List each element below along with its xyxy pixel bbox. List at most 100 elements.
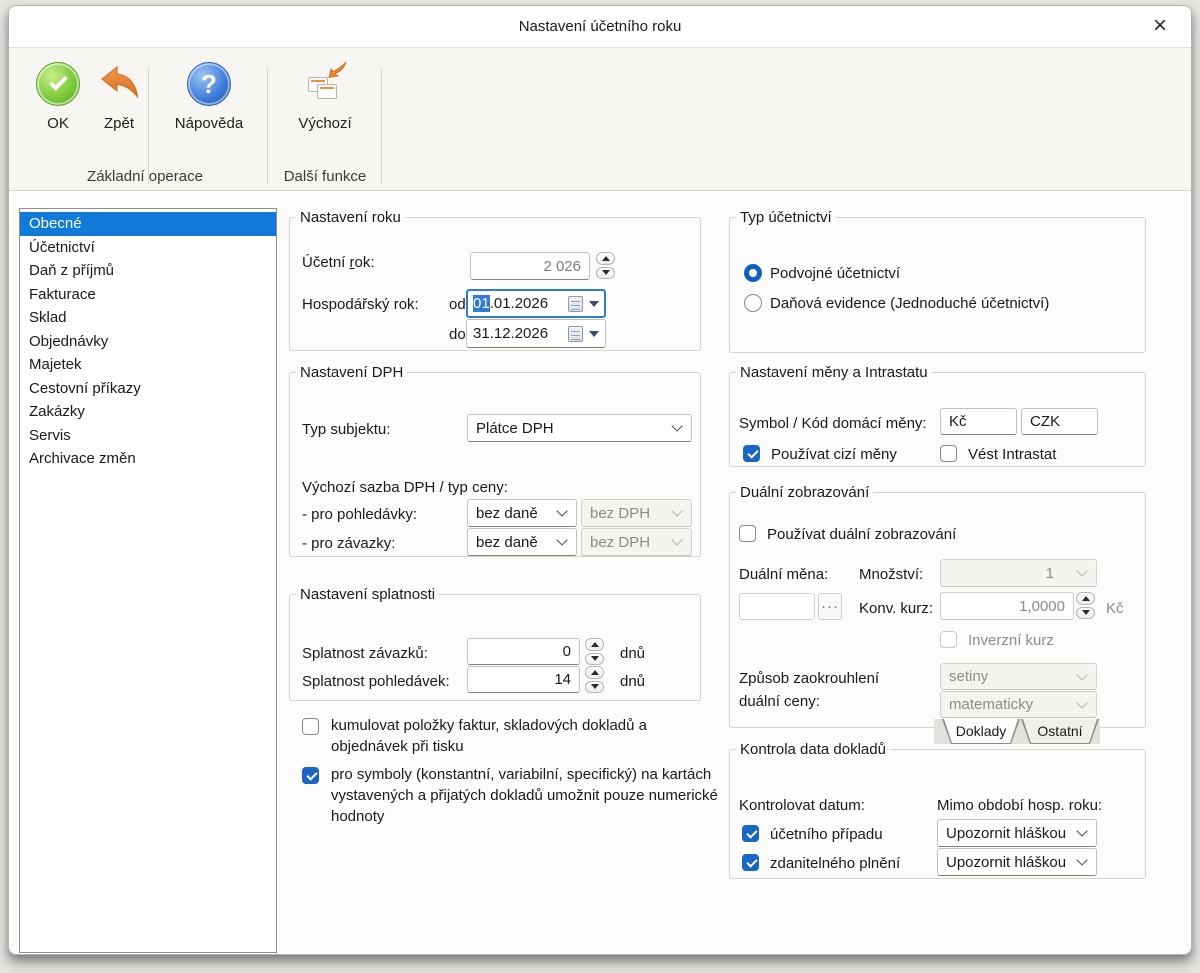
sidebar-item-majetek[interactable]: Majetek: [20, 353, 276, 377]
splatnost-pohledavek-label: Splatnost pohledávek:: [302, 673, 450, 690]
hosp-rok-do-input[interactable]: 31.12.2026: [466, 319, 606, 348]
sidebar-item-archivace-zmen[interactable]: Archivace změn: [20, 447, 276, 471]
help-icon: [187, 62, 231, 106]
spin-down-button[interactable]: [585, 652, 604, 665]
default-button[interactable]: Výchozí: [277, 61, 373, 132]
spin-down-button[interactable]: [1076, 606, 1095, 619]
ucetniho-pripadu-checkbox-label[interactable]: účetního případu: [770, 825, 883, 845]
date-dropdown-arrow-icon[interactable]: [589, 300, 599, 307]
undo-button[interactable]: Zpět: [91, 62, 147, 132]
inverzni-kurz-checkbox-label[interactable]: Inverzní kurz: [968, 631, 1054, 651]
ok-label: OK: [47, 115, 69, 132]
kontrolovat-datum-label: Kontrolovat datum:: [739, 797, 865, 814]
typ-subjektu-select[interactable]: Plátce DPH: [467, 414, 692, 442]
chevron-down-icon: [1076, 668, 1088, 681]
calendar-icon: [568, 295, 583, 312]
intrastat-checkbox-label[interactable]: Vést Intrastat: [968, 445, 1056, 465]
dialog-window: Nastavení účetního roku × OK Zpět Nápově…: [8, 5, 1192, 955]
titlebar: Nastavení účetního roku ×: [9, 6, 1191, 48]
inverzni-kurz-checkbox[interactable]: [940, 631, 957, 648]
sidebar-item-servis[interactable]: Servis: [20, 424, 276, 448]
spin-up-button[interactable]: [585, 638, 604, 651]
tab-label: Ostatní: [1022, 719, 1098, 743]
spin-down-button[interactable]: [596, 266, 615, 279]
chevron-down-icon: [1076, 825, 1088, 837]
dualni-zobrazovani-checkbox-label[interactable]: Používat duální zobrazování: [767, 525, 956, 545]
zdanitelneho-plneni-select[interactable]: Upozornit hláškou: [937, 848, 1097, 876]
splatnost-pohledavek-input[interactable]: 14: [467, 666, 580, 693]
podvojne-radio[interactable]: [744, 264, 762, 282]
dualni-mena-input[interactable]: [739, 593, 815, 620]
dualni-zobrazovani-checkbox[interactable]: [739, 525, 756, 542]
spin-down-button[interactable]: [585, 680, 604, 693]
sidebar-item-objednavky[interactable]: Objednávky: [20, 330, 276, 354]
group-dualni-zobrazovani: Duální zobrazování Používat duální zobra…: [729, 484, 1146, 744]
kurz-unit-label: Kč: [1106, 600, 1124, 617]
pohledavky-cena-select[interactable]: bez DPH: [581, 499, 692, 527]
group-legend: Nastavení roku: [300, 209, 401, 226]
calendar-icon: [568, 325, 583, 342]
zaokrouhleni-select[interactable]: setiny: [940, 663, 1097, 690]
pro-pohledavky-label: - pro pohledávky:: [302, 506, 418, 523]
splatnost-pohledavek-spinner: [585, 666, 604, 693]
close-button[interactable]: ×: [1145, 12, 1175, 42]
spin-up-button[interactable]: [1076, 592, 1095, 605]
zdanitelneho-plneni-checkbox-label[interactable]: zdanitelného plnění: [770, 854, 900, 874]
ribbon-toolbar: OK Zpět Nápověda: [9, 48, 1191, 191]
pohledavky-sazba-select[interactable]: bez daně: [467, 499, 577, 527]
date-selected-segment: 01: [473, 295, 490, 312]
sidebar-item-zakazky[interactable]: Zakázky: [20, 400, 276, 424]
sidebar-item-obecne[interactable]: Obecné: [20, 212, 276, 236]
podvojne-radio-label[interactable]: Podvojné účetnictví: [770, 264, 900, 284]
chevron-down-icon: [671, 534, 683, 546]
mnozstvi-select[interactable]: 1: [940, 559, 1097, 587]
group-nastaveni-roku: Nastavení roku Účetní rok: 2 026 Hospodá…: [289, 209, 701, 351]
spin-up-button[interactable]: [596, 252, 615, 265]
sidebar-item-sklad[interactable]: Sklad: [20, 306, 276, 330]
cizi-meny-checkbox-label[interactable]: Používat cizí měny: [771, 445, 897, 465]
group-nastaveni-splatnosti: Nastavení splatnosti Splatnost závazků: …: [289, 586, 701, 701]
dialog-title: Nastavení účetního roku: [518, 18, 682, 35]
metoda-zaokrouhleni-select[interactable]: matematicky: [940, 691, 1097, 718]
symbol-meny-input[interactable]: Kč: [940, 408, 1017, 435]
danova-evidence-radio-label[interactable]: Daňová evidence (Jednoduché účetnictví): [770, 294, 1049, 314]
ucetniho-pripadu-select[interactable]: Upozornit hláškou: [937, 819, 1097, 847]
kumulovat-checkbox[interactable]: [302, 718, 319, 735]
chevron-down-icon: [556, 505, 568, 517]
ucetniho-pripadu-checkbox[interactable]: [742, 825, 759, 842]
ucetni-rok-spinner: [596, 252, 615, 279]
cizi-meny-checkbox[interactable]: [743, 445, 760, 462]
konv-kurz-label: Konv. kurz:: [859, 600, 933, 617]
zdanitelneho-plneni-checkbox[interactable]: [742, 854, 759, 871]
typ-subjektu-label: Typ subjektu:: [302, 421, 391, 438]
sidebar-item-fakturace[interactable]: Fakturace: [20, 283, 276, 307]
splatnost-zavazku-spinner: [585, 638, 604, 665]
help-button[interactable]: Nápověda: [161, 62, 257, 132]
zavazky-sazba-select[interactable]: bez daně: [467, 528, 577, 556]
hosp-rok-od-input[interactable]: 01.01.2026: [466, 289, 606, 318]
dualni-mena-browse-button[interactable]: ···: [818, 593, 842, 620]
sidebar-item-dan-z-prijmu[interactable]: Daň z příjmů: [20, 259, 276, 283]
sidebar-item-cestovni-prikazy[interactable]: Cestovní příkazy: [20, 377, 276, 401]
dnu-label: dnů: [620, 645, 646, 662]
konv-kurz-input[interactable]: 1,0000: [940, 592, 1074, 620]
group-legend: Typ účetnictví: [740, 209, 832, 226]
chevron-down-icon: [1076, 854, 1088, 866]
date-dropdown-arrow-icon[interactable]: [589, 330, 599, 337]
ribbon-separator: [267, 68, 268, 184]
kod-meny-input[interactable]: CZK: [1021, 408, 1098, 435]
sidebar-item-ucetnictvi[interactable]: Účetnictví: [20, 236, 276, 260]
spin-up-button[interactable]: [585, 666, 604, 679]
ucetni-rok-input[interactable]: 2 026: [470, 252, 590, 280]
kumulovat-checkbox-label[interactable]: kumulovat položky faktur, skladových dok…: [331, 715, 723, 757]
ribbon-group-other-label: Další funkce: [283, 168, 367, 185]
splatnost-zavazku-input[interactable]: 0: [467, 638, 580, 665]
selected-value: Upozornit hláškou: [946, 853, 1067, 871]
symboly-checkbox-label[interactable]: pro symboly (konstantní, variabilní, spe…: [331, 764, 723, 827]
symboly-checkbox[interactable]: [302, 767, 319, 784]
zavazky-cena-select[interactable]: bez DPH: [581, 528, 692, 556]
chevron-down-icon: [556, 534, 568, 546]
intrastat-checkbox[interactable]: [940, 445, 957, 462]
ok-button[interactable]: OK: [29, 62, 87, 132]
danova-evidence-radio[interactable]: [744, 294, 762, 312]
